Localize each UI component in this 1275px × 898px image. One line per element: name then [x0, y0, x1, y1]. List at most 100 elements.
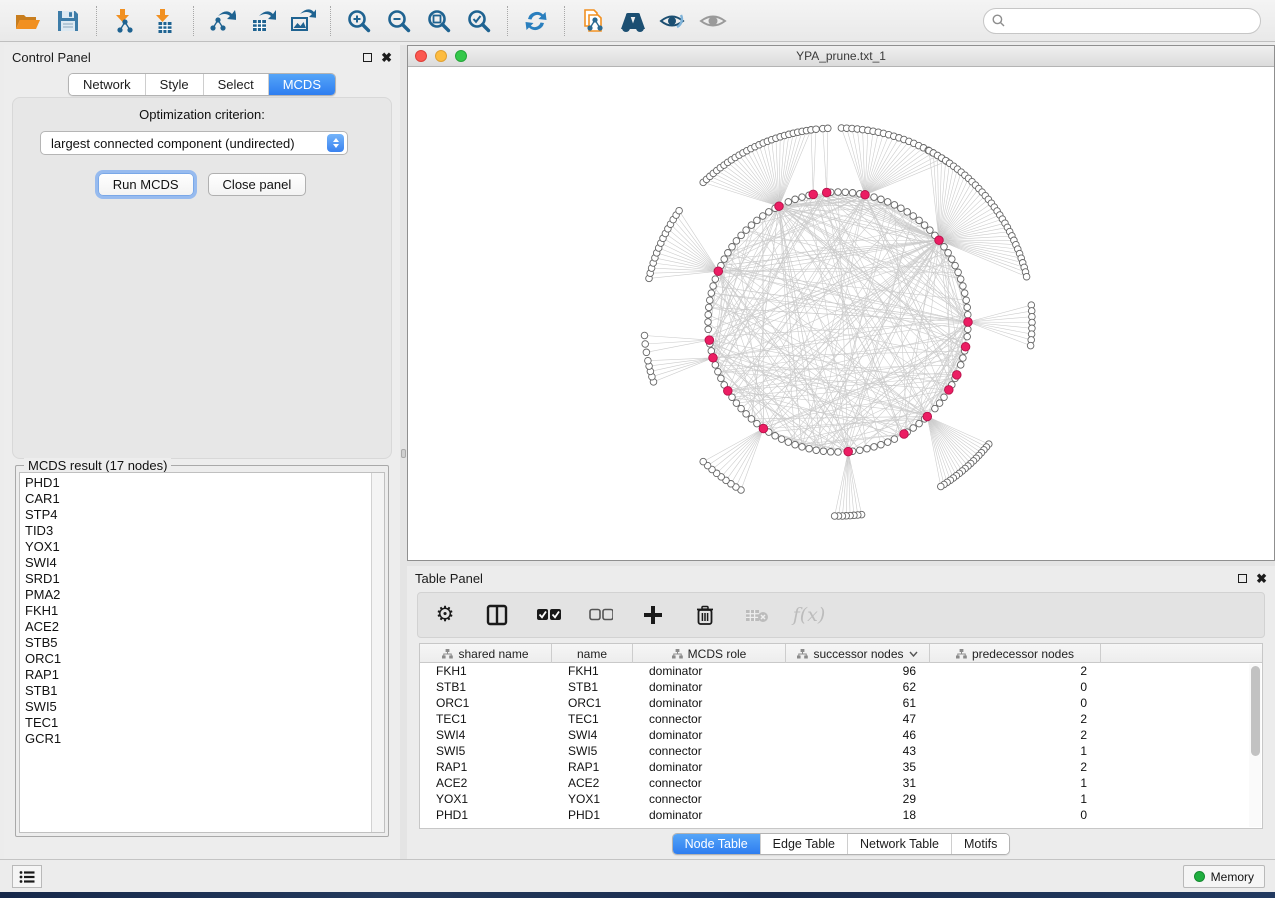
run-mcds-button[interactable]: Run MCDS	[98, 173, 194, 196]
search-input[interactable]	[1010, 14, 1240, 28]
column-header-MCDS-role[interactable]: MCDS role	[633, 644, 786, 663]
cell-successor-nodes[interactable]: 29	[786, 792, 930, 806]
cell-name[interactable]: YOX1	[552, 792, 633, 806]
mcds-result-item[interactable]: STB5	[25, 635, 384, 651]
deselect-all-icon[interactable]	[588, 602, 614, 628]
column-header-name[interactable]: name	[552, 644, 633, 663]
cell-MCDS-role[interactable]: dominator	[633, 680, 786, 694]
cell-predecessor-nodes[interactable]: 2	[930, 664, 1101, 678]
cell-successor-nodes[interactable]: 62	[786, 680, 930, 694]
cell-name[interactable]: PHD1	[552, 808, 633, 822]
table-row[interactable]: PHD1PHD1dominator180	[420, 807, 1262, 823]
cell-name[interactable]: FKH1	[552, 664, 633, 678]
mcds-result-item[interactable]: TID3	[25, 523, 384, 539]
table-row[interactable]: ORC1ORC1dominator610	[420, 695, 1262, 711]
tab-node-table[interactable]: Node Table	[673, 834, 760, 854]
cell-shared-name[interactable]: STB1	[420, 680, 552, 694]
cell-predecessor-nodes[interactable]: 0	[930, 680, 1101, 694]
table-scrollbar[interactable]	[1249, 664, 1261, 827]
cell-MCDS-role[interactable]: dominator	[633, 760, 786, 774]
export-network-icon[interactable]	[202, 3, 242, 39]
cell-name[interactable]: SWI4	[552, 728, 633, 742]
add-icon[interactable]	[640, 602, 666, 628]
select-all-icon[interactable]	[536, 602, 562, 628]
cell-predecessor-nodes[interactable]: 1	[930, 744, 1101, 758]
cell-predecessor-nodes[interactable]: 1	[930, 792, 1101, 806]
cell-MCDS-role[interactable]: connector	[633, 712, 786, 726]
cell-MCDS-role[interactable]: dominator	[633, 808, 786, 822]
mcds-list-scrollbar[interactable]	[371, 473, 384, 832]
mcds-result-item[interactable]: STP4	[25, 507, 384, 523]
tab-network[interactable]: Network	[69, 74, 145, 95]
mcds-result-item[interactable]: ORC1	[25, 651, 384, 667]
search-box[interactable]	[983, 8, 1261, 34]
export-table-icon[interactable]	[242, 3, 282, 39]
table-row[interactable]: YOX1YOX1connector291	[420, 791, 1262, 807]
column-header-shared-name[interactable]: shared name	[420, 644, 552, 663]
cell-shared-name[interactable]: FKH1	[420, 664, 552, 678]
vertical-splitter[interactable]	[400, 45, 407, 859]
cell-predecessor-nodes[interactable]: 0	[930, 696, 1101, 710]
cell-MCDS-role[interactable]: dominator	[633, 728, 786, 742]
table-row[interactable]: FKH1FKH1dominator962	[420, 663, 1262, 679]
cell-successor-nodes[interactable]: 43	[786, 744, 930, 758]
window-list-button[interactable]	[12, 865, 42, 888]
cell-name[interactable]: RAP1	[552, 760, 633, 774]
cell-successor-nodes[interactable]: 61	[786, 696, 930, 710]
zoom-selected-icon[interactable]	[459, 3, 499, 39]
cell-MCDS-role[interactable]: connector	[633, 744, 786, 758]
mcds-result-item[interactable]: CAR1	[25, 491, 384, 507]
open-icon[interactable]	[8, 3, 48, 39]
mcds-result-item[interactable]: STB1	[25, 683, 384, 699]
cell-name[interactable]: STB1	[552, 680, 633, 694]
mcds-result-list[interactable]: PHD1CAR1STP4TID3YOX1SWI4SRD1PMA2FKH1ACE2…	[19, 472, 385, 833]
tab-style[interactable]: Style	[145, 74, 203, 95]
cell-successor-nodes[interactable]: 96	[786, 664, 930, 678]
column-header-successor-nodes[interactable]: successor nodes	[786, 644, 930, 663]
mcds-result-item[interactable]: RAP1	[25, 667, 384, 683]
cell-predecessor-nodes[interactable]: 1	[930, 776, 1101, 790]
zoom-fit-icon[interactable]	[419, 3, 459, 39]
tab-motifs[interactable]: Motifs	[951, 834, 1009, 854]
clone-network-icon[interactable]	[573, 3, 613, 39]
mcds-result-item[interactable]: PHD1	[25, 475, 384, 491]
optimization-criterion-select[interactable]: largest connected component (undirected)	[40, 131, 348, 155]
mcds-result-item[interactable]: SRD1	[25, 571, 384, 587]
import-network-icon[interactable]	[105, 3, 145, 39]
cell-shared-name[interactable]: RAP1	[420, 760, 552, 774]
cell-shared-name[interactable]: YOX1	[420, 792, 552, 806]
cell-MCDS-role[interactable]: connector	[633, 792, 786, 806]
cell-successor-nodes[interactable]: 18	[786, 808, 930, 822]
cell-name[interactable]: TEC1	[552, 712, 633, 726]
table-row[interactable]: SWI5SWI5connector431	[420, 743, 1262, 759]
cell-predecessor-nodes[interactable]: 0	[930, 808, 1101, 822]
export-image-icon[interactable]	[282, 3, 322, 39]
zoom-out-icon[interactable]	[379, 3, 419, 39]
cell-predecessor-nodes[interactable]: 2	[930, 760, 1101, 774]
cell-successor-nodes[interactable]: 47	[786, 712, 930, 726]
cell-name[interactable]: SWI5	[552, 744, 633, 758]
mcds-result-item[interactable]: PMA2	[25, 587, 384, 603]
network-canvas[interactable]	[408, 67, 1274, 560]
table-row[interactable]: STB1STB1dominator620	[420, 679, 1262, 695]
cell-successor-nodes[interactable]: 46	[786, 728, 930, 742]
zoom-in-icon[interactable]	[339, 3, 379, 39]
refresh-icon[interactable]	[516, 3, 556, 39]
close-table-panel-icon[interactable]: ✖	[1256, 574, 1267, 583]
cell-shared-name[interactable]: TEC1	[420, 712, 552, 726]
show-all-icon[interactable]	[693, 3, 733, 39]
close-panel-button[interactable]: Close panel	[208, 173, 307, 196]
cell-predecessor-nodes[interactable]: 2	[930, 712, 1101, 726]
table-row[interactable]: SWI4SWI4dominator462	[420, 727, 1262, 743]
table-scrollbar-thumb[interactable]	[1251, 666, 1260, 756]
mcds-result-item[interactable]: TEC1	[25, 715, 384, 731]
mcds-result-item[interactable]: FKH1	[25, 603, 384, 619]
import-table-icon[interactable]	[145, 3, 185, 39]
cell-MCDS-role[interactable]: dominator	[633, 696, 786, 710]
cell-MCDS-role[interactable]: connector	[633, 776, 786, 790]
table-row[interactable]: RAP1RAP1dominator352	[420, 759, 1262, 775]
cell-shared-name[interactable]: ORC1	[420, 696, 552, 710]
cell-shared-name[interactable]: PHD1	[420, 808, 552, 822]
delete-icon[interactable]	[692, 602, 718, 628]
cell-successor-nodes[interactable]: 35	[786, 760, 930, 774]
